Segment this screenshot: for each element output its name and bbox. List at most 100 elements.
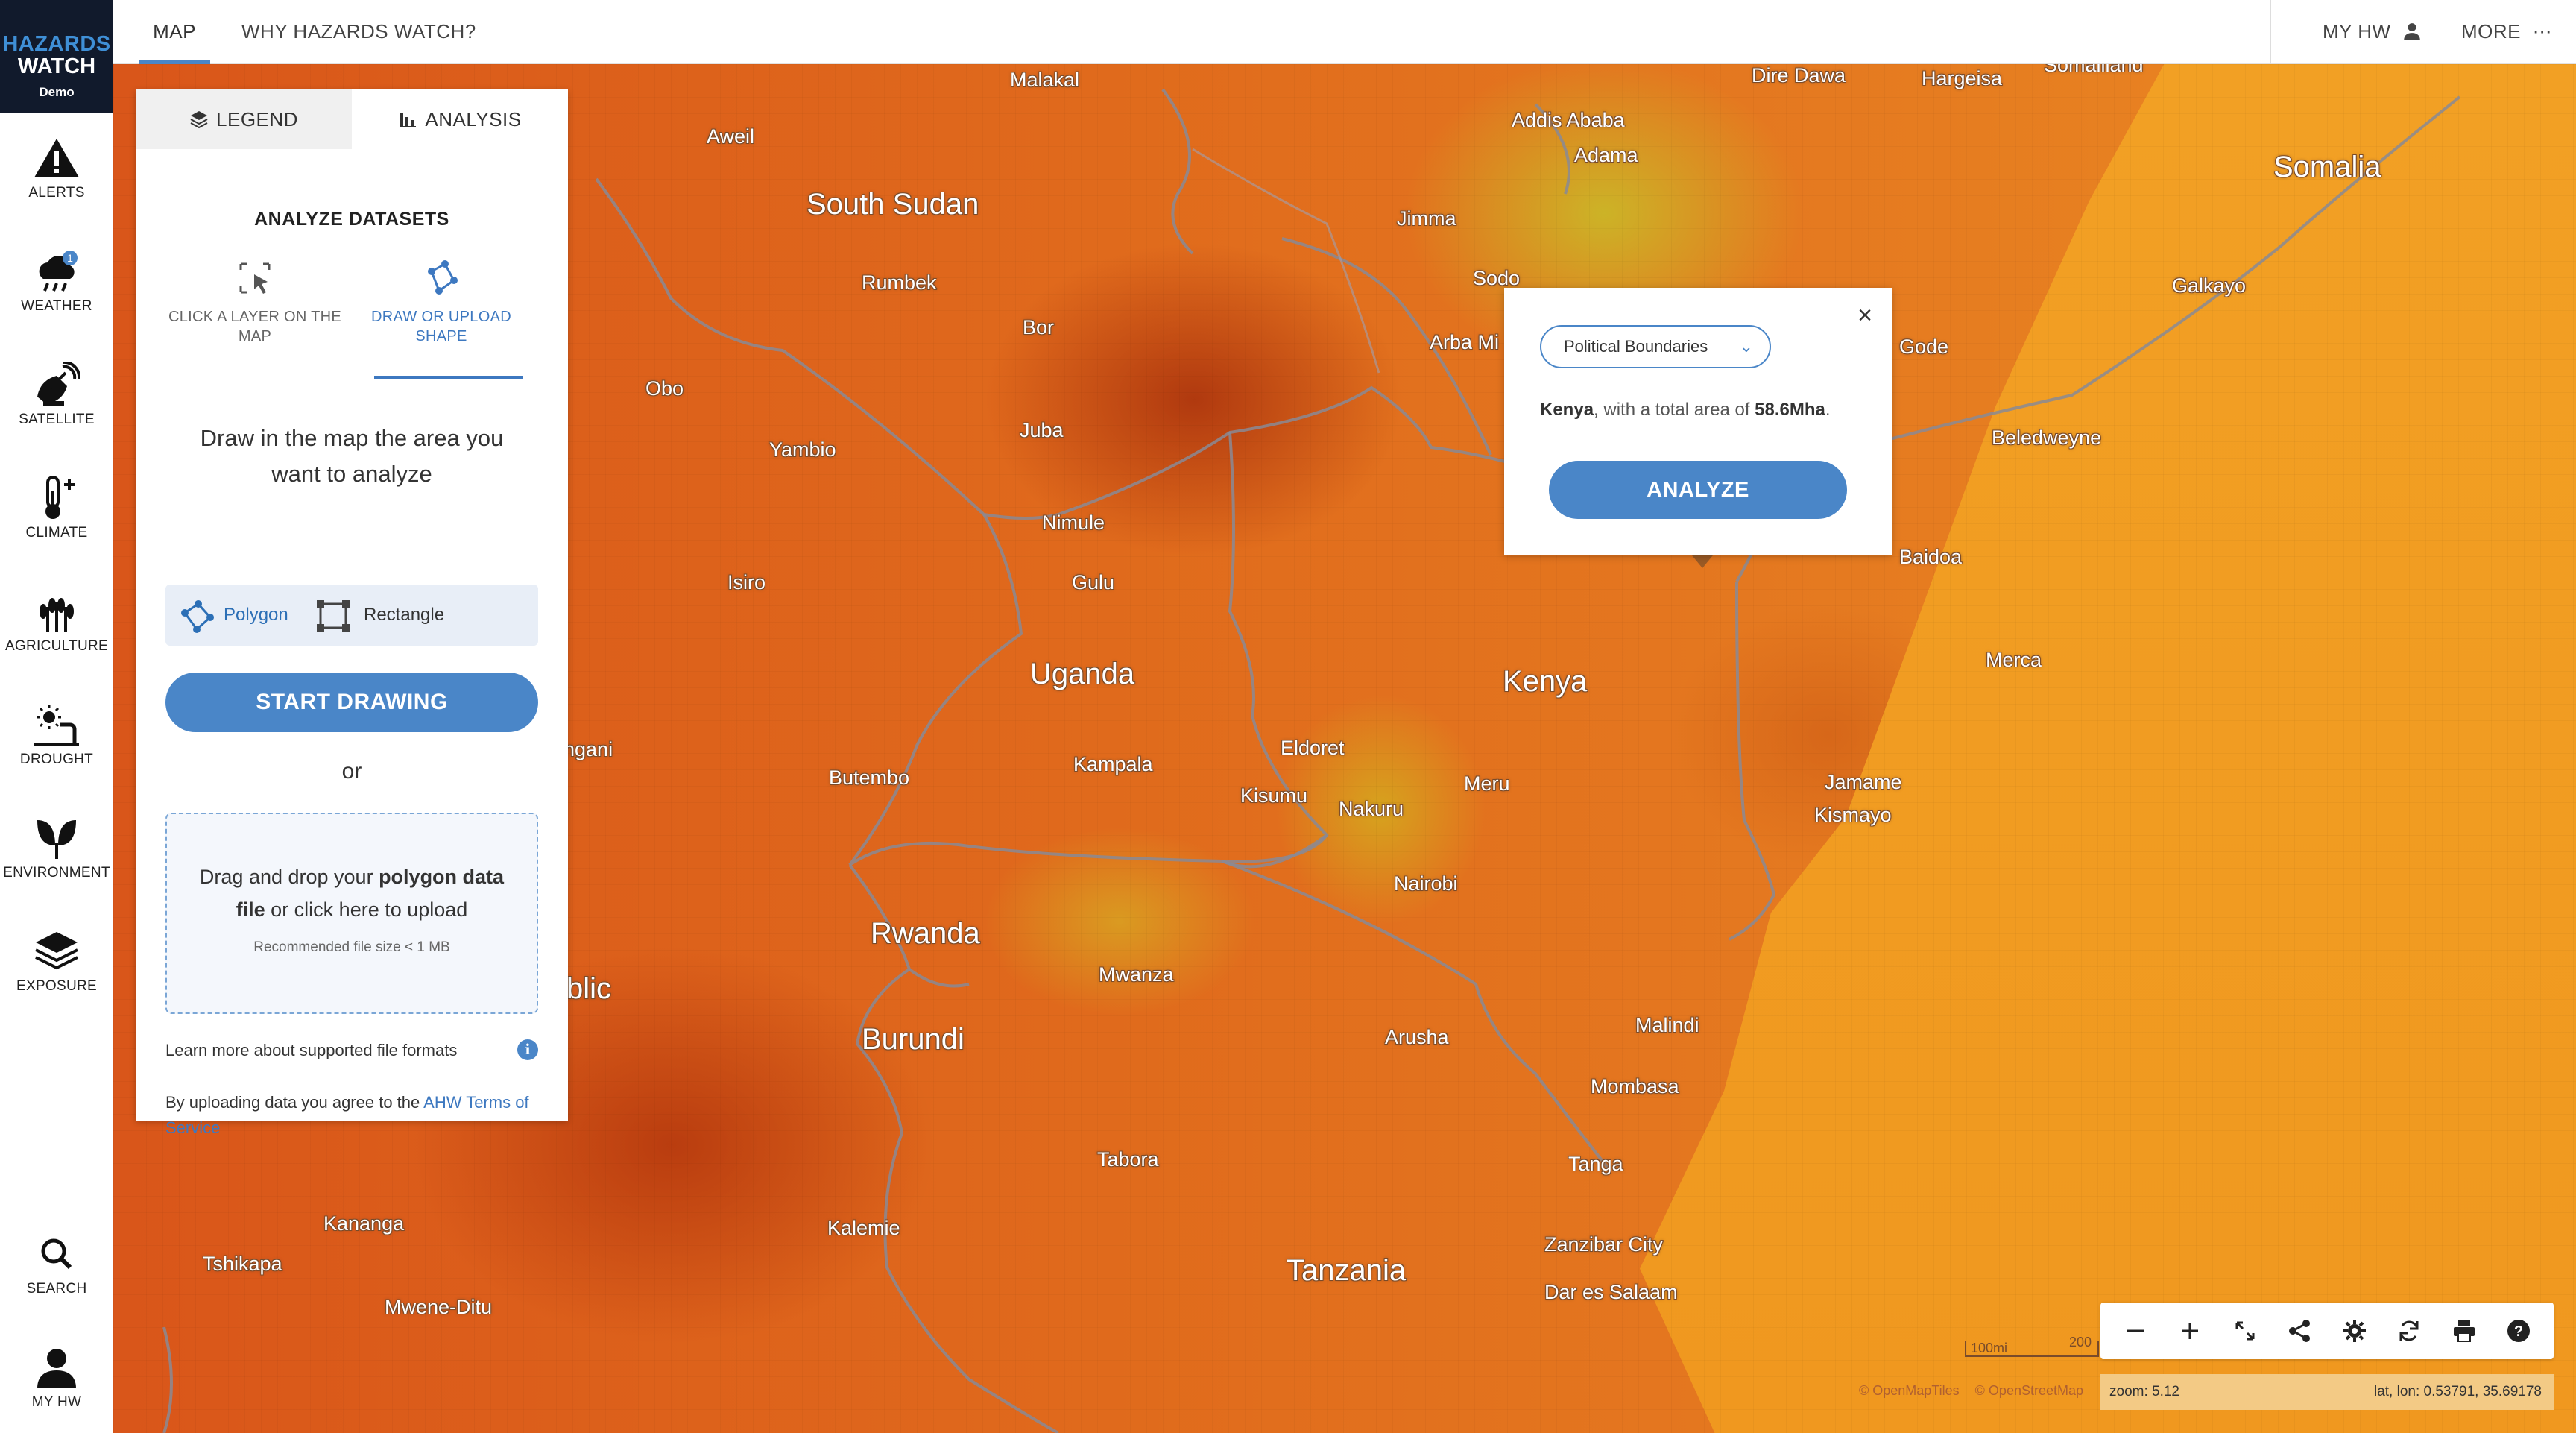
more-dots-icon: ⋯ <box>2532 20 2553 42</box>
mode-click-layer[interactable]: CLICK A LAYER ON THE MAP <box>165 259 344 346</box>
map-label: Baidoa <box>1899 546 1963 568</box>
nav-my-hw-label: MY HW <box>2323 20 2391 42</box>
sidebar-item-environment[interactable]: ENVIRONMENT <box>0 793 113 905</box>
info-icon[interactable]: i <box>517 1039 538 1060</box>
sidebar-item-exposure[interactable]: EXPOSURE <box>0 907 113 1018</box>
map-label: Butembo <box>829 766 910 789</box>
shape-rectangle-option[interactable]: Rectangle <box>312 585 444 646</box>
start-drawing-button[interactable]: START DRAWING <box>165 673 538 732</box>
dropzone-text-pre: Drag and drop your <box>199 866 379 888</box>
nav-map[interactable]: MAP <box>139 0 210 64</box>
sidebar-item-weather[interactable]: 1 WEATHER <box>0 227 113 338</box>
dropzone-text: Drag and drop your polygon data file or … <box>167 860 537 926</box>
sidebar: ALERTS 1 WEATHER SATELLITE CLIMATE AGRIC… <box>0 113 113 1433</box>
app-logo[interactable]: HAZARDS WATCH Demo <box>0 0 113 113</box>
learn-more-text: Learn more about supported file formats <box>165 1041 458 1059</box>
map-label: Kalemie <box>827 1217 900 1239</box>
map-label: Gode <box>1899 336 1949 358</box>
map-label: Beledweyne <box>1992 426 2102 449</box>
map-label: Isiro <box>727 571 766 593</box>
map-label: Merca <box>1986 649 2042 671</box>
tab-analysis-label: ANALYSIS <box>425 108 522 130</box>
attribution-openstreetmap[interactable]: © OpenStreetMap <box>1975 1383 2083 1398</box>
zoom-out-button[interactable] <box>2115 1311 2156 1351</box>
share-button[interactable] <box>2279 1311 2320 1351</box>
map-label: Galkayo <box>2172 274 2247 297</box>
region-info-mid: , with a total area of <box>1594 400 1755 420</box>
alert-icon <box>34 139 79 177</box>
sidebar-label: ENVIRONMENT <box>3 865 110 881</box>
polygon-icon <box>181 600 214 633</box>
map-label: Adama <box>1574 144 1638 166</box>
sidebar-item-alerts[interactable]: ALERTS <box>0 113 113 225</box>
map-label: Mwene-Ditu <box>385 1296 493 1318</box>
fullscreen-button[interactable] <box>2225 1311 2265 1351</box>
shape-polygon-label: Polygon <box>224 605 288 625</box>
sidebar-item-my-hw[interactable]: MY HW <box>0 1323 113 1433</box>
user-icon <box>37 1349 76 1388</box>
zoom-out-icon <box>2127 1329 2144 1332</box>
latlon-readout: lat, lon: 0.53791, 35.69178 <box>2373 1384 2542 1399</box>
bar-chart-icon <box>400 113 417 127</box>
nav-more-label: MORE <box>2461 20 2521 42</box>
close-icon[interactable]: × <box>1857 303 1872 328</box>
tab-analysis[interactable]: ANALYSIS <box>352 89 568 149</box>
sidebar-item-climate[interactable]: CLIMATE <box>0 453 113 565</box>
weather-icon: 1 <box>39 251 78 292</box>
tab-legend[interactable]: LEGEND <box>136 89 352 149</box>
nav-why-hazards-watch[interactable]: WHY HAZARDS WATCH? <box>242 0 476 64</box>
nav-my-hw[interactable]: MY HW <box>2323 0 2422 64</box>
logo-line-1: HAZARDS <box>2 32 111 56</box>
sidebar-item-search[interactable]: SEARCH <box>0 1209 113 1321</box>
shape-polygon-option[interactable]: Polygon <box>174 585 288 646</box>
mode-click-label: CLICK A LAYER ON THE MAP <box>168 309 341 344</box>
map-label: Arba Mi <box>1430 331 1500 353</box>
sidebar-item-agriculture[interactable]: AGRICULTURE <box>0 567 113 678</box>
sidebar-label: AGRICULTURE <box>4 638 109 654</box>
nav-divider <box>2270 0 2271 64</box>
sidebar-label: ALERTS <box>28 185 85 201</box>
map-label: Kampala <box>1073 753 1153 775</box>
map-label: Kananga <box>323 1212 405 1235</box>
or-separator: or <box>341 759 362 784</box>
mode-draw-upload[interactable]: DRAW OR UPLOAD SHAPE <box>352 259 531 346</box>
dropzone-note: Recommended file size < 1 MB <box>253 939 450 955</box>
map-label: Yambio <box>769 438 836 461</box>
map-label: Tshikapa <box>203 1253 282 1275</box>
zoom-in-button[interactable] <box>2170 1311 2210 1351</box>
drought-icon <box>34 705 79 746</box>
region-info: Kenya, with a total area of 58.6Mha. <box>1540 400 1868 421</box>
map-status-bar: zoom: 5.12 lat, lon: 0.53791, 35.69178 <box>2100 1374 2554 1410</box>
sidebar-label: DROUGHT <box>19 752 94 767</box>
draw-instructions: Draw in the map the area you want to ana… <box>200 425 504 487</box>
help-button[interactable]: ? <box>2498 1311 2539 1351</box>
sidebar-label: WEATHER <box>21 298 92 314</box>
learn-more-row[interactable]: Learn more about supported file formats … <box>165 1039 538 1060</box>
map-label: Zanzibar City <box>1544 1233 1664 1256</box>
sidebar-label: SEARCH <box>26 1281 87 1297</box>
help-icon: ? <box>2507 1320 2531 1342</box>
map-label: Somalia <box>2273 151 2381 183</box>
boundary-layer-select[interactable]: Political Boundaries ⌄ <box>1540 325 1771 368</box>
boundary-layer-value: Political Boundaries <box>1564 337 1708 356</box>
user-icon <box>2404 23 2421 40</box>
logo-line-2: WATCH <box>17 54 96 78</box>
settings-button[interactable] <box>2334 1311 2375 1351</box>
nav-more[interactable]: MORE ⋯ <box>2461 0 2552 64</box>
share-icon <box>2289 1320 2311 1342</box>
mode-draw-label: DRAW OR UPLOAD SHAPE <box>371 309 511 344</box>
map-attribution[interactable]: © OpenMapTiles © OpenStreetMap <box>1859 1383 2095 1399</box>
analyze-button[interactable]: ANALYZE <box>1549 461 1847 519</box>
attribution-openmaptiles[interactable]: © OpenMapTiles <box>1859 1383 1960 1398</box>
map-label: Uganda <box>1030 658 1135 690</box>
map-label: Juba <box>1020 419 1064 441</box>
map-label: Gulu <box>1072 571 1115 593</box>
sidebar-item-satellite[interactable]: SATELLITE <box>0 340 113 452</box>
map-label: blic <box>566 972 612 1005</box>
map-label: Malindi <box>1635 1014 1699 1036</box>
logo-demo: Demo <box>39 85 75 99</box>
file-dropzone[interactable]: Drag and drop your polygon data file or … <box>165 813 538 1014</box>
sidebar-item-drought[interactable]: DROUGHT <box>0 680 113 792</box>
print-button[interactable] <box>2444 1311 2484 1351</box>
reset-button[interactable] <box>2389 1311 2429 1351</box>
